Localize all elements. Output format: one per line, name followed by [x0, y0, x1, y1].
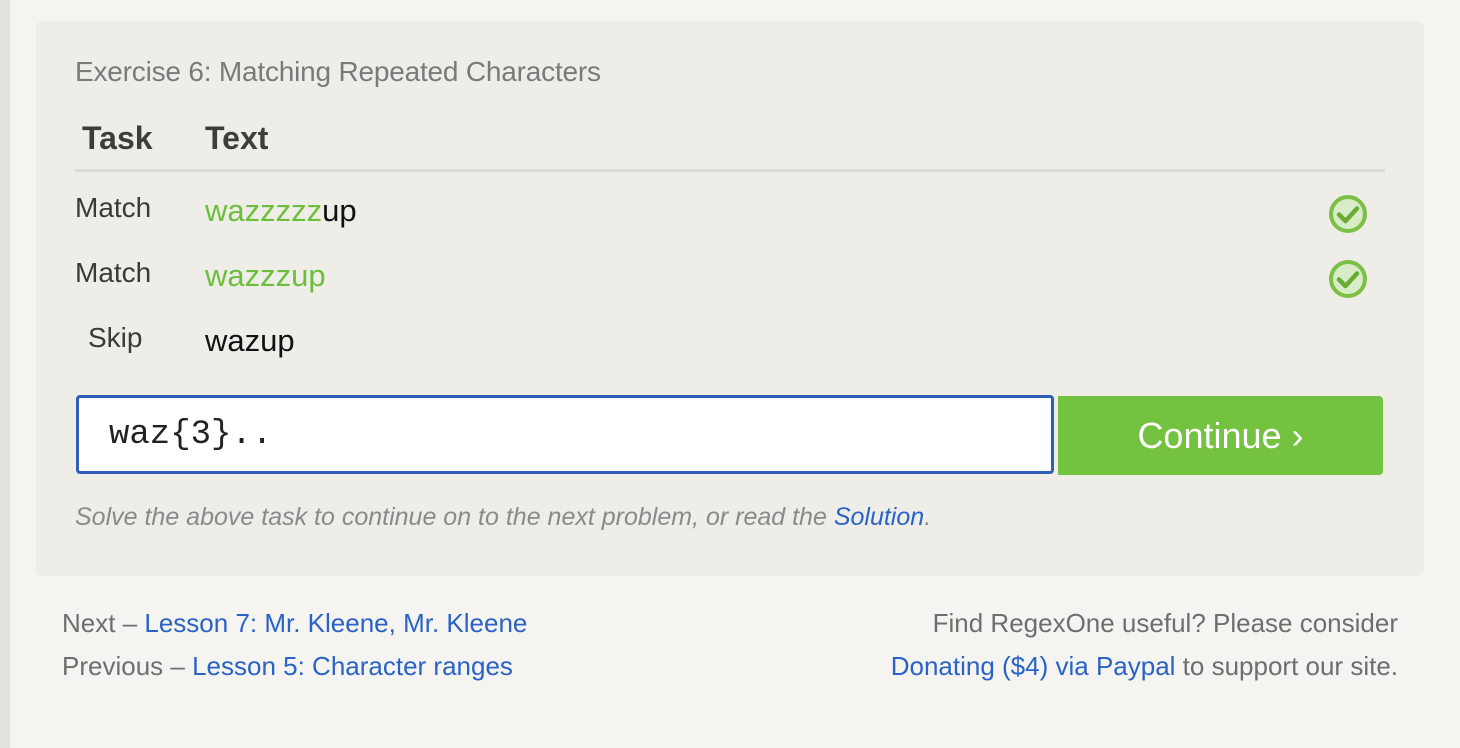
row-task-label: Match [75, 192, 152, 223]
unmatched-portion: wazup [205, 323, 295, 358]
next-prefix: Next – [62, 608, 145, 638]
check-icon [1329, 195, 1367, 233]
exercise-panel [36, 21, 1424, 576]
row-task-label: Skip [88, 322, 143, 353]
support-text-line1: Find RegexOne useful? Please consider [932, 608, 1398, 638]
hint-suffix: . [924, 503, 932, 531]
check-icon [1329, 260, 1367, 298]
regex-input[interactable] [76, 395, 1054, 474]
previous-lesson-link[interactable]: Lesson 5: Character ranges [192, 651, 513, 681]
exercise-title: Exercise 6: Matching Repeated Characters [75, 56, 601, 87]
matched-portion: wazzzup [205, 258, 326, 293]
solution-link[interactable]: Solution [834, 503, 924, 531]
previous-prefix: Previous – [62, 651, 193, 681]
support-suffix: to support our site. [1175, 651, 1398, 681]
row-task-label: Match [75, 257, 152, 288]
unmatched-portion: up [322, 193, 357, 228]
text-column-header: Text [205, 120, 269, 156]
row-test-string: wazzzzzup [205, 193, 357, 229]
hint-text: Solve the above task to continue on to t… [75, 503, 931, 532]
hint-prefix: Solve the above task to continue on to t… [75, 503, 834, 531]
matched-portion: wazzzzz [205, 193, 323, 228]
continue-button[interactable]: Continue › [1058, 396, 1383, 475]
header-divider [75, 169, 1385, 172]
task-column-header: Task [82, 120, 153, 156]
next-lesson-link[interactable]: Lesson 7: Mr. Kleene, Mr. Kleene [144, 608, 527, 638]
row-test-string: wazup [205, 323, 295, 359]
previous-lesson-line: Previous – Lesson 5: Character ranges [62, 651, 513, 682]
page-left-edge [0, 0, 10, 748]
row-test-string: wazzzup [205, 258, 326, 294]
donate-link[interactable]: Donating ($4) via Paypal [891, 651, 1176, 681]
support-text-line2: Donating ($4) via Paypal to support our … [891, 651, 1398, 682]
next-lesson-line: Next – Lesson 7: Mr. Kleene, Mr. Kleene [62, 608, 527, 639]
